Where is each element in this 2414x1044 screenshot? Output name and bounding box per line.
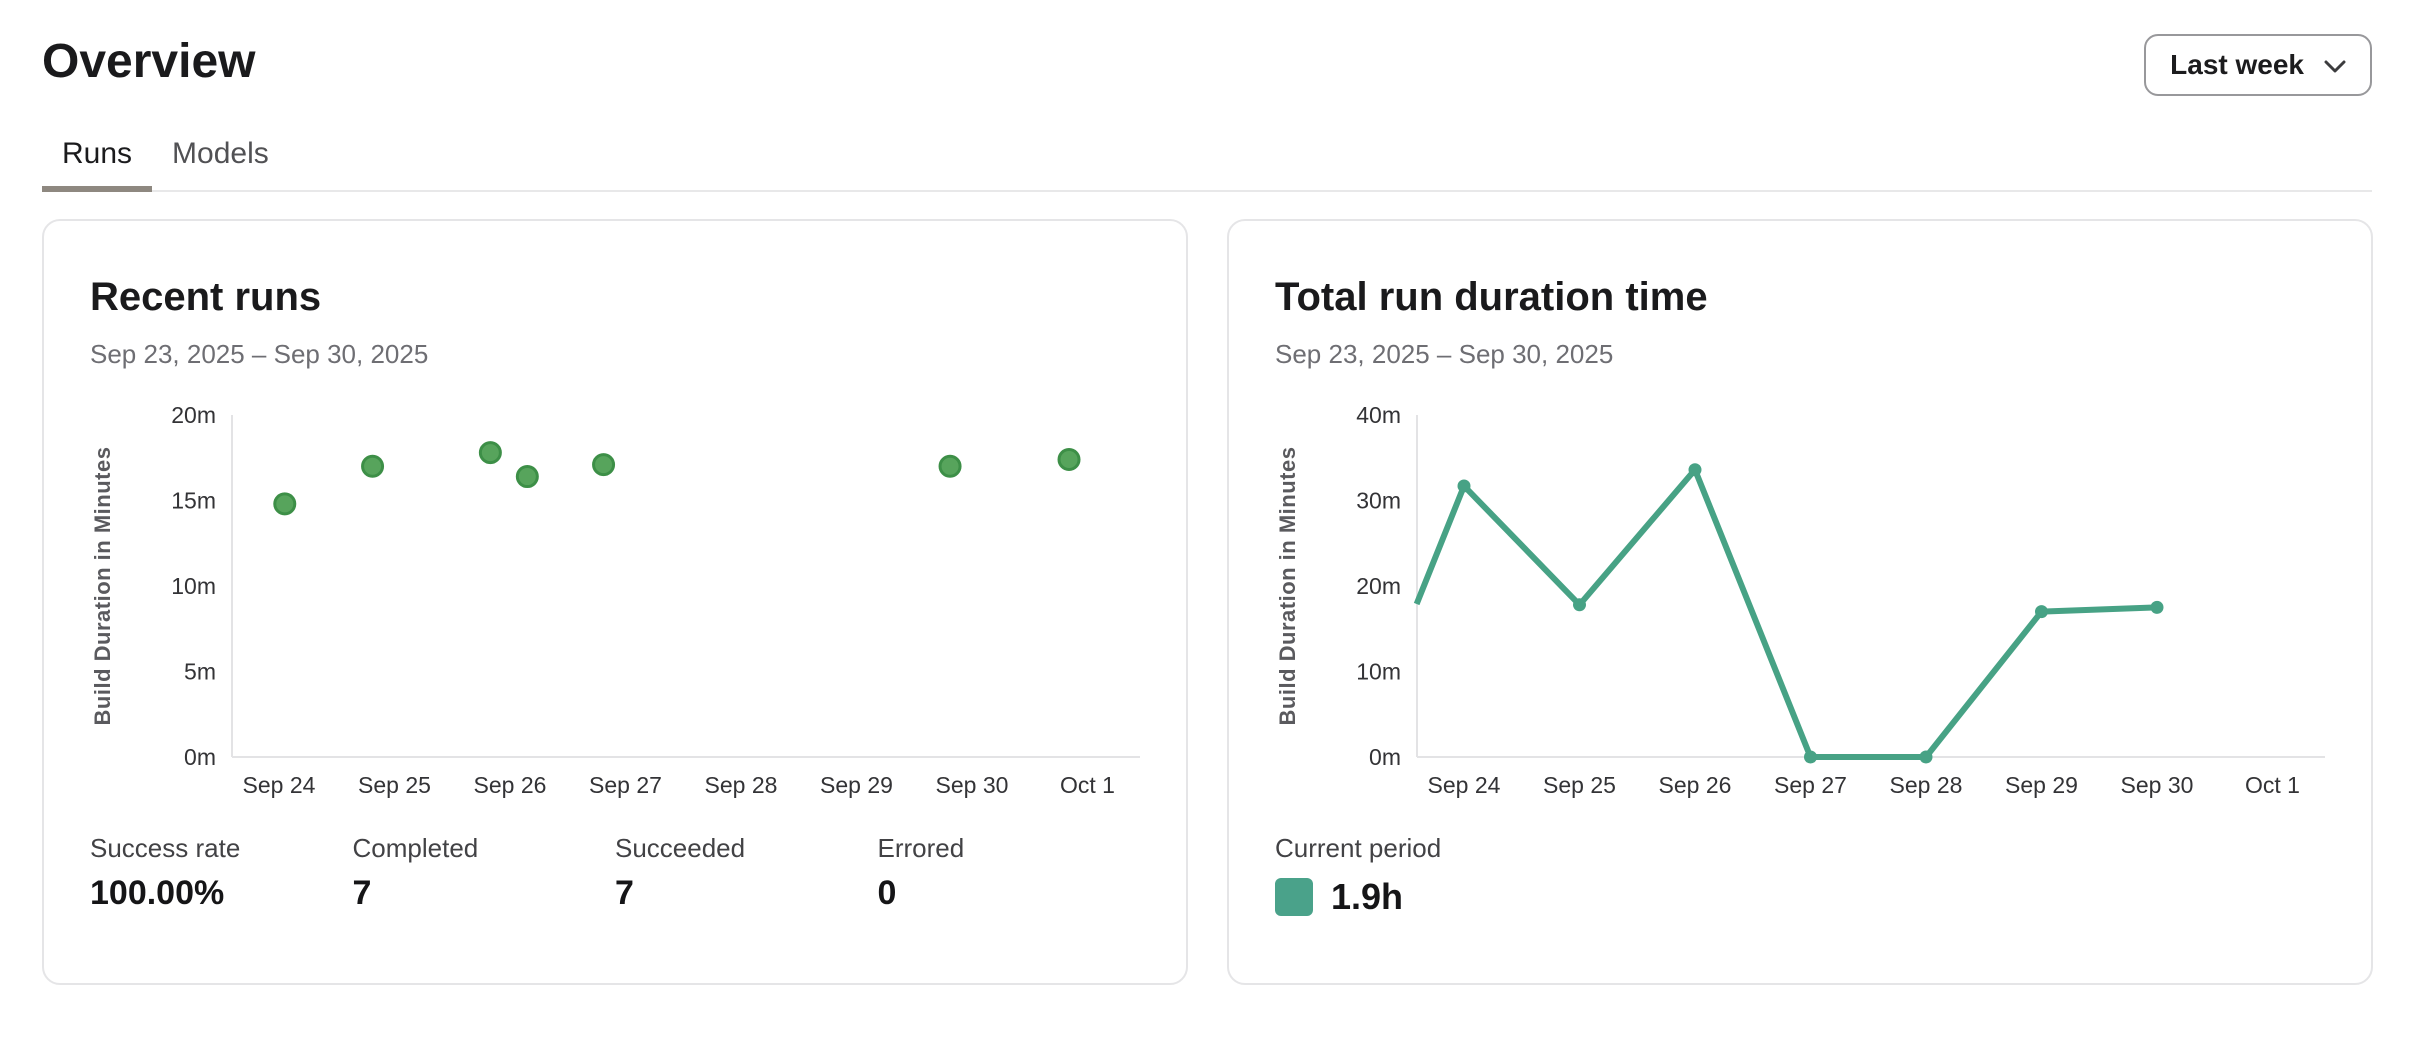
legend-row: 1.9h (1275, 875, 2325, 919)
scatter-point[interactable] (480, 443, 500, 463)
x-tick-label: Oct 1 (2245, 772, 2300, 798)
legend-label: Current period (1275, 831, 2325, 865)
stat-label: Success rate (90, 831, 353, 865)
stat-label: Completed (353, 831, 616, 865)
scatter-point[interactable] (1059, 449, 1079, 469)
card-date-range: Sep 23, 2025 – Sep 30, 2025 (1275, 337, 2325, 371)
line-point[interactable] (1458, 479, 1471, 492)
scatter-point[interactable] (940, 456, 960, 476)
line-point[interactable] (1804, 751, 1817, 764)
y-axis-label: Build Duration in Minutes (90, 447, 115, 726)
y-tick-label: 20m (1356, 573, 1401, 599)
stat-errored: Errored 0 (878, 831, 1141, 915)
stat-value: 100.00% (90, 871, 353, 915)
total-duration-chart: 0m 10m 20m 30m 40m Sep 24 Sep 25 Sep 26 Sep 27 Se… (1275, 397, 2329, 807)
scatter-point[interactable] (594, 455, 614, 475)
cards-row: Recent runs Sep 23, 2025 – Sep 30, 2025 … (42, 219, 2372, 985)
y-tick-label: 10m (171, 573, 216, 599)
x-tick-label: Sep 26 (1659, 772, 1732, 798)
stat-value: 0 (878, 871, 1141, 915)
legend-swatch (1275, 878, 1313, 916)
line-point[interactable] (2151, 601, 2164, 614)
recent-runs-card: Recent runs Sep 23, 2025 – Sep 30, 2025 … (42, 219, 1188, 985)
line-point[interactable] (1920, 751, 1933, 764)
x-tick-label: Sep 28 (705, 772, 778, 798)
card-date-range: Sep 23, 2025 – Sep 30, 2025 (90, 337, 1140, 371)
x-tick-label: Oct 1 (1060, 772, 1115, 798)
x-tick-label: Sep 26 (474, 772, 547, 798)
stat-completed: Completed 7 (353, 831, 616, 915)
x-tick-label: Sep 30 (936, 772, 1009, 798)
line-point[interactable] (1689, 463, 1702, 476)
y-tick-label: 40m (1356, 402, 1401, 428)
total-duration-card: Total run duration time Sep 23, 2025 – S… (1227, 219, 2373, 985)
legend-value: 1.9h (1331, 875, 1403, 919)
y-tick-label: 30m (1356, 488, 1401, 514)
y-tick-label: 0m (184, 744, 216, 770)
scatter-point[interactable] (363, 456, 383, 476)
scatter-point[interactable] (517, 467, 537, 487)
y-tick-label: 5m (184, 659, 216, 685)
x-tick-label: Sep 24 (1428, 772, 1501, 798)
chart-legend: Current period 1.9h (1275, 831, 2325, 919)
x-tick-label: Sep 29 (820, 772, 893, 798)
tab-models[interactable]: Models (152, 122, 289, 190)
y-tick-label: 15m (171, 488, 216, 514)
y-tick-label: 0m (1369, 744, 1401, 770)
line-point[interactable] (2035, 605, 2048, 618)
card-title: Total run duration time (1275, 271, 2325, 323)
stat-value: 7 (615, 871, 878, 915)
y-tick-label: 10m (1356, 659, 1401, 685)
card-title: Recent runs (90, 271, 1140, 323)
recent-runs-chart: 0m 5m 10m 15m 20m Sep 24 Sep 25 Sep 26 Sep 27 Sep… (90, 397, 1144, 807)
x-tick-label: Sep 25 (358, 772, 431, 798)
x-tick-label: Sep 24 (243, 772, 316, 798)
stats-row: Success rate 100.00% Completed 7 Succeed… (90, 831, 1140, 915)
x-tick-label: Sep 29 (2005, 772, 2078, 798)
x-tick-label: Sep 27 (589, 772, 662, 798)
period-selector-label: Last week (2170, 49, 2304, 81)
stat-success-rate: Success rate 100.00% (90, 831, 353, 915)
page-title: Overview (42, 32, 255, 92)
stat-label: Errored (878, 831, 1141, 865)
y-axis-label: Build Duration in Minutes (1275, 447, 1300, 726)
tab-bar: Runs Models (42, 122, 2372, 192)
stat-value: 7 (353, 871, 616, 915)
stat-label: Succeeded (615, 831, 878, 865)
period-selector[interactable]: Last week (2144, 34, 2372, 96)
x-tick-label: Sep 28 (1890, 772, 1963, 798)
tab-runs[interactable]: Runs (42, 122, 152, 190)
y-tick-label: 20m (171, 402, 216, 428)
stat-succeeded: Succeeded 7 (615, 831, 878, 915)
x-tick-label: Sep 30 (2121, 772, 2194, 798)
scatter-point[interactable] (275, 494, 295, 514)
line-point[interactable] (1573, 598, 1586, 611)
x-tick-label: Sep 25 (1543, 772, 1616, 798)
x-tick-label: Sep 27 (1774, 772, 1847, 798)
page-header: Overview Last week (42, 32, 2372, 96)
overview-page: Overview Last week Runs Models Recent ru… (0, 0, 2414, 1044)
chevron-down-icon (2324, 60, 2346, 74)
